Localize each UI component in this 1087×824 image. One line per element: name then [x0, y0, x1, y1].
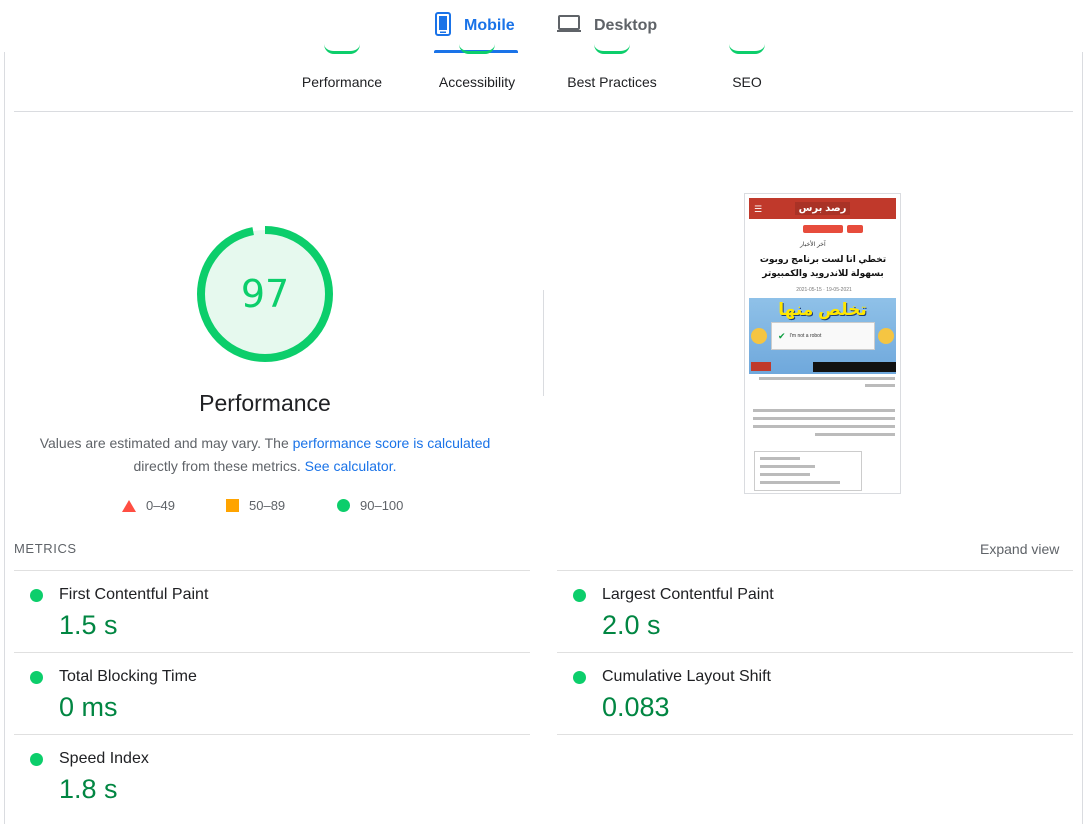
metric-value: 0 ms: [59, 692, 118, 722]
divider: [557, 734, 1073, 735]
legend-pass-label: 90–100: [360, 498, 404, 513]
legend-pass: 90–100: [337, 498, 403, 513]
square-icon: [226, 499, 239, 512]
circle-icon: [337, 499, 350, 512]
score-calculated-link[interactable]: performance score is calculated: [293, 435, 491, 451]
divider: [557, 570, 1073, 571]
pass-circle-icon: [30, 753, 43, 766]
gauge-arc: [594, 44, 630, 54]
emoji-face-icon: [878, 328, 894, 344]
pass-circle-icon: [30, 589, 43, 602]
text-line: [760, 481, 840, 484]
tab-desktop-label: Desktop: [594, 17, 658, 34]
metric-value: 1.8 s: [59, 774, 118, 804]
device-tabs: Mobile Desktop: [0, 0, 1087, 53]
category-accessibility[interactable]: Accessibility: [417, 51, 537, 90]
metrics-heading: METRICS: [14, 541, 77, 556]
text-line: [760, 473, 810, 476]
category-seo[interactable]: SEO: [687, 51, 807, 90]
gauge-description: Values are estimated and may vary. The p…: [30, 432, 500, 478]
thumb-title: تخطي انا لست برنامج روبوت بسهولة للاندرو…: [759, 254, 887, 278]
smartphone-icon: [434, 11, 452, 41]
triangle-icon: [122, 499, 136, 512]
text-line: [815, 433, 895, 436]
checkmark-icon: ✔: [778, 330, 786, 341]
divider: [14, 734, 530, 735]
metric-label: Total Blocking Time: [59, 668, 197, 685]
category-label: Best Practices: [567, 74, 657, 90]
thumb-hero-logo: [751, 362, 771, 371]
metric-label: First Contentful Paint: [59, 586, 209, 603]
thumb-hero-image: تخلص منها نهائيا ✔ I'm not a robot: [749, 298, 896, 374]
text-line: [760, 465, 815, 468]
category-label: Accessibility: [438, 74, 516, 90]
legend-average-label: 50–89: [249, 498, 286, 513]
metric-label: Speed Index: [59, 750, 149, 767]
category-label: Performance: [301, 74, 383, 90]
captcha-text: I'm not a robot: [789, 333, 822, 339]
emoji-face-icon: [751, 328, 767, 344]
menu-icon: ☰: [754, 204, 763, 214]
gauge-title: Performance: [199, 390, 331, 416]
metric-first-contentful-paint: First Contentful Paint 1.5 s: [14, 572, 494, 652]
page-screenshot-thumbnail[interactable]: ☰ رصد برس آخر الأخبار تخطي انا لست برنام…: [744, 193, 901, 494]
divider: [14, 570, 530, 571]
divider: [557, 652, 1073, 653]
category-performance[interactable]: Performance: [282, 51, 402, 90]
metric-total-blocking-time: Total Blocking Time 0 ms: [14, 654, 494, 734]
metric-cumulative-layout-shift: Cumulative Layout Shift 0.083: [557, 654, 1037, 734]
tab-mobile-label: Mobile: [464, 17, 515, 34]
category-best-practices[interactable]: Best Practices: [552, 51, 672, 90]
text-line: [753, 425, 895, 428]
thumb-toc: [754, 451, 862, 491]
text-line: [760, 457, 800, 460]
thumb-pill: [803, 225, 843, 233]
metric-speed-index: Speed Index 1.8 s: [14, 736, 494, 816]
gauge-arc: [459, 44, 495, 54]
thumb-tag: آخر الأخبار: [800, 242, 826, 248]
gauge-arc: [729, 44, 765, 54]
legend-average: 50–89: [226, 498, 285, 513]
metric-largest-contentful-paint: Largest Contentful Paint 2.0 s: [557, 572, 1037, 652]
pass-circle-icon: [573, 671, 586, 684]
metric-label: Cumulative Layout Shift: [602, 668, 771, 685]
pass-circle-icon: [573, 589, 586, 602]
desc-text: Values are estimated and may vary. The: [39, 435, 293, 451]
divider: [543, 290, 544, 396]
metric-label: Largest Contentful Paint: [602, 586, 774, 603]
expand-view-button[interactable]: Expand view: [980, 541, 1059, 557]
divider: [14, 111, 1073, 112]
category-label: SEO: [732, 74, 762, 90]
gauge-arc: [324, 44, 360, 54]
thumb-hero-bar: [813, 362, 896, 372]
thumb-pill: [847, 225, 863, 233]
text-line: [865, 384, 895, 387]
legend-fail-label: 0–49: [146, 498, 175, 513]
text-line: [753, 409, 895, 412]
pass-circle-icon: [30, 671, 43, 684]
metric-value: 2.0 s: [602, 610, 661, 640]
divider: [14, 652, 530, 653]
captcha-box: ✔ I'm not a robot: [771, 322, 875, 350]
legend-fail: 0–49: [122, 498, 175, 513]
site-logo: رصد برس: [794, 202, 851, 215]
thumb-meta: 2021-05-15 · 19-05-2021: [796, 287, 852, 293]
performance-gauge: 97: [195, 224, 335, 364]
text-line: [753, 417, 895, 420]
see-calculator-link[interactable]: See calculator.: [305, 458, 397, 474]
metric-value: 1.5 s: [59, 610, 118, 640]
desc-text: directly from these metrics.: [133, 458, 305, 474]
text-line: [759, 377, 895, 380]
metric-value: 0.083: [602, 692, 670, 722]
laptop-icon: [556, 14, 582, 39]
thumb-header: ☰ رصد برس: [749, 198, 896, 219]
gauge-score: 97: [240, 272, 290, 316]
